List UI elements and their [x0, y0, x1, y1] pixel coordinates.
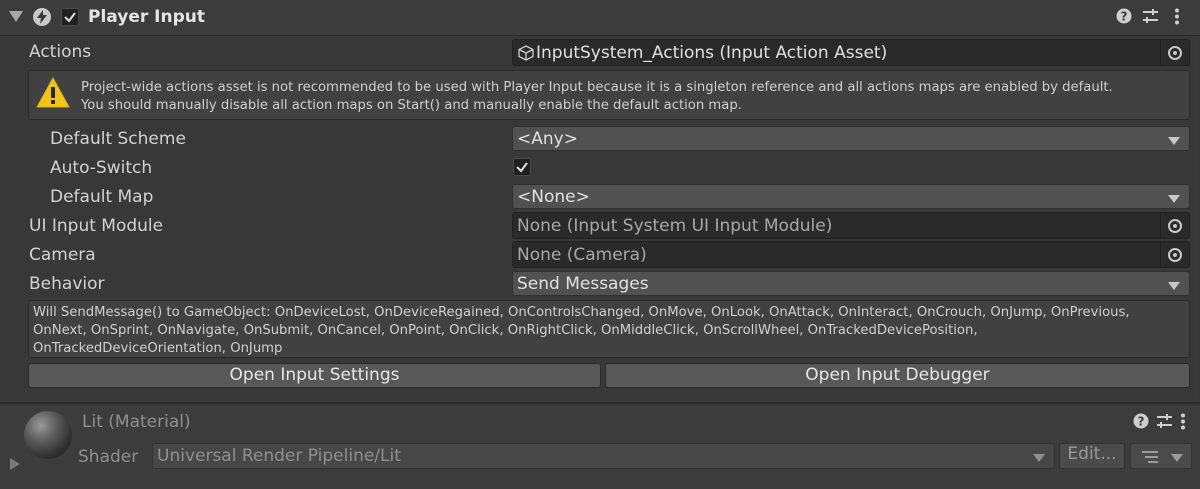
component-separator [0, 402, 1200, 404]
open-input-settings-button[interactable]: Open Input Settings [28, 363, 601, 388]
shader-label: Shader [78, 447, 139, 467]
warning-icon [36, 77, 70, 114]
foldout-arrow-icon[interactable] [9, 11, 23, 22]
more-icon[interactable] [1180, 413, 1186, 435]
preset-icon[interactable] [1156, 413, 1173, 434]
behavior-value: Send Messages [517, 274, 649, 294]
info-helpbox: Will SendMessage() to GameObject: OnDevi… [28, 300, 1190, 358]
foldout-arrow-icon[interactable] [10, 458, 20, 470]
actions-label: Actions [29, 42, 92, 62]
help-icon[interactable]: ? [1116, 8, 1132, 29]
default-scheme-value: <Any> [517, 129, 578, 149]
help-icon[interactable]: ? [1133, 413, 1149, 434]
camera-label: Camera [29, 245, 96, 265]
shader-value: Universal Render Pipeline/Lit [157, 446, 401, 466]
default-map-dropdown[interactable]: <None> [512, 184, 1190, 209]
actions-value: InputSystem_Actions (Input Action Asset) [536, 43, 888, 63]
svg-text:?: ? [1138, 415, 1145, 429]
open-input-debugger-button[interactable]: Open Input Debugger [605, 363, 1190, 388]
scrollbar[interactable] [1193, 36, 1200, 406]
preset-icon[interactable] [1142, 8, 1159, 29]
auto-switch-checkbox[interactable] [513, 158, 531, 176]
material-preview-sphere [24, 411, 72, 459]
default-scheme-label: Default Scheme [50, 129, 186, 149]
svg-text:?: ? [1121, 10, 1128, 24]
more-icon[interactable] [1174, 8, 1180, 30]
shader-dropdown[interactable]: Universal Render Pipeline/Lit [152, 443, 1055, 469]
default-map-value: <None> [517, 187, 590, 207]
edit-shader-button[interactable]: Edit... [1059, 443, 1125, 469]
camera-value: None (Camera) [517, 245, 647, 265]
info-text: Will SendMessage() to GameObject: OnDevi… [33, 305, 1130, 356]
object-picker-icon[interactable] [1160, 242, 1189, 267]
object-picker-icon[interactable] [1160, 40, 1189, 65]
component-title: Player Input [88, 7, 205, 27]
chevron-down-icon [1168, 137, 1180, 145]
chevron-down-icon [1033, 454, 1045, 462]
camera-field[interactable]: None (Camera) [512, 241, 1190, 268]
ui-input-module-label: UI Input Module [29, 216, 164, 236]
material-title: Lit (Material) [82, 412, 191, 432]
input-action-asset-icon [518, 45, 534, 66]
warning-helpbox: Project-wide actions asset is not recomm… [28, 70, 1190, 120]
default-map-label: Default Map [50, 187, 154, 207]
behavior-label: Behavior [29, 274, 105, 294]
chevron-down-icon [1168, 195, 1180, 203]
actions-field[interactable]: InputSystem_Actions (Input Action Asset) [512, 39, 1190, 66]
ui-input-module-field[interactable]: None (Input System UI Input Module) [512, 212, 1190, 239]
shader-options-button[interactable] [1130, 443, 1192, 469]
chevron-down-icon [1171, 454, 1183, 462]
behavior-dropdown[interactable]: Send Messages [512, 271, 1190, 296]
component-enabled-checkbox[interactable] [61, 8, 79, 26]
list-icon [1141, 449, 1159, 470]
player-input-icon [33, 8, 51, 26]
ui-input-module-value: None (Input System UI Input Module) [517, 216, 833, 236]
default-scheme-dropdown[interactable]: <Any> [512, 126, 1190, 151]
object-picker-icon[interactable] [1160, 213, 1189, 238]
auto-switch-label: Auto-Switch [50, 158, 153, 178]
chevron-down-icon [1168, 282, 1180, 290]
warning-text: Project-wide actions asset is not recomm… [81, 80, 1113, 113]
